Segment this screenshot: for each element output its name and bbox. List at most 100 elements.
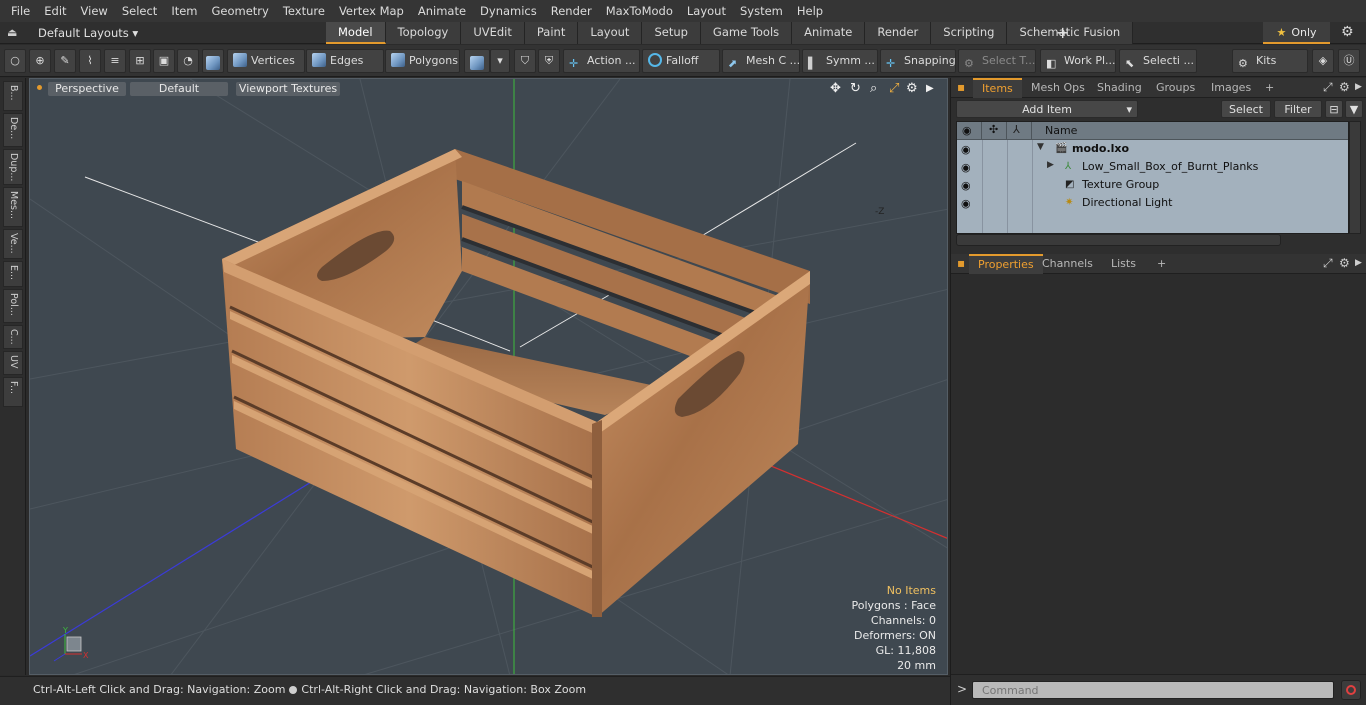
3d-viewport[interactable]: -Z Y X Perspective Default Viewport Text… xyxy=(29,78,948,675)
left-tab-uv[interactable]: UV xyxy=(3,351,23,375)
item-row-mesh[interactable]: ◉ ▶ ⅄ Low_Small_Box_of_Burnt_Planks xyxy=(957,158,1348,176)
item-list-empty-area[interactable] xyxy=(957,212,1348,233)
panel-dot-icon[interactable]: ▪ xyxy=(957,80,965,94)
maximize-icon[interactable]: ⤢ xyxy=(889,81,899,96)
polygons-button[interactable]: Polygons xyxy=(385,49,460,73)
filter-button[interactable]: Filter xyxy=(1274,100,1322,118)
select-circle-button[interactable]: ○ xyxy=(4,49,26,73)
eye-icon[interactable]: ◉ xyxy=(961,161,975,174)
default-layouts-dropdown[interactable]: Default Layouts ▾ xyxy=(38,22,138,44)
menu-render[interactable]: Render xyxy=(544,0,599,22)
panel-arrow-icon[interactable]: ▶ xyxy=(1355,82,1362,92)
tab-uvedit[interactable]: UVEdit xyxy=(461,22,525,44)
command-input[interactable] xyxy=(972,681,1334,699)
left-tab-mesh-edit[interactable]: Mes... xyxy=(3,187,23,227)
unity-button[interactable]: ◈ xyxy=(1312,49,1334,73)
panel-gear-icon[interactable]: ⚙ xyxy=(1339,80,1350,94)
eye-icon[interactable]: ◉ xyxy=(961,143,975,156)
eye-icon[interactable]: ◉ xyxy=(961,197,975,210)
tab-setup[interactable]: Setup xyxy=(642,22,701,44)
center-button[interactable]: ⊞ xyxy=(129,49,151,73)
selection-sets-button[interactable]: ⬉ Selecti ... xyxy=(1119,49,1197,73)
collapse-button[interactable]: ⊟ xyxy=(1325,100,1343,118)
action-center-button[interactable]: ✛ Action ... xyxy=(563,49,640,73)
align-button[interactable]: ≡ xyxy=(104,49,126,73)
record-macro-icon[interactable] xyxy=(1341,680,1361,700)
tab-render[interactable]: Render xyxy=(865,22,932,44)
item-row-modo-lxo[interactable]: ◉ ▼ 🎬 modo.lxo xyxy=(957,140,1348,158)
item-mode-button[interactable] xyxy=(202,49,224,73)
play-arrow-icon[interactable]: ▶ xyxy=(926,83,934,94)
left-tab-edge[interactable]: E... xyxy=(3,261,23,287)
menu-dynamics[interactable]: Dynamics xyxy=(473,0,544,22)
tab-animate[interactable]: Animate xyxy=(792,22,866,44)
add-item-dropdown[interactable]: Add Item ▾ xyxy=(956,100,1138,118)
left-tab-fusion[interactable]: F... xyxy=(3,377,23,407)
collapse-arrow-icon[interactable]: ▼ xyxy=(1037,142,1044,152)
filter-funnel-button[interactable]: ▼ xyxy=(1345,100,1363,118)
tab-scripting[interactable]: Scripting xyxy=(931,22,1008,44)
tab-groups[interactable]: Groups xyxy=(1147,78,1204,98)
item-list[interactable]: ◉ ✣ ⅄ Name ◉ ▼ 🎬 modo.lxo ◉ ▶ ⅄ Low_Smal… xyxy=(956,121,1349,234)
left-tab-deform[interactable]: De... xyxy=(3,113,23,147)
tab-layout[interactable]: Layout xyxy=(578,22,643,44)
shading-default-dropdown[interactable]: Default xyxy=(130,82,228,96)
falloff-button[interactable]: Falloff xyxy=(642,49,720,73)
add-panel-tab-button[interactable]: + xyxy=(1148,254,1175,274)
tab-items[interactable]: Items xyxy=(973,78,1022,98)
panel-dot-icon[interactable]: ▪ xyxy=(957,256,965,270)
zoom-icon[interactable]: ⌕ xyxy=(870,81,877,96)
pan-icon[interactable]: ✥ xyxy=(830,81,841,96)
item-row-directional-light[interactable]: ◉ ✷ Directional Light xyxy=(957,194,1348,212)
select-button[interactable]: Select xyxy=(1221,100,1271,118)
type-column[interactable]: ⅄ xyxy=(1007,122,1032,140)
name-column-header[interactable]: Name xyxy=(1045,124,1077,137)
tab-game-tools[interactable]: Game Tools xyxy=(700,22,793,44)
work-plane-button[interactable]: ◧ Work Pl... xyxy=(1040,49,1116,73)
menu-geometry[interactable]: Geometry xyxy=(205,0,276,22)
brush-tool-button[interactable]: ⌇ xyxy=(79,49,101,73)
menu-edit[interactable]: Edit xyxy=(37,0,73,22)
radial-button[interactable]: ◔ xyxy=(177,49,199,73)
command-prompt-icon[interactable]: > xyxy=(957,682,967,696)
tab-channels[interactable]: Channels xyxy=(1033,254,1102,274)
tab-properties[interactable]: Properties xyxy=(969,254,1043,274)
only-toggle[interactable]: ★ Only xyxy=(1263,22,1330,44)
symmetry-shield-button[interactable]: ⛉ xyxy=(514,49,536,73)
tab-lists[interactable]: Lists xyxy=(1102,254,1145,274)
menu-select[interactable]: Select xyxy=(115,0,164,22)
panel-gear-icon[interactable]: ⚙ xyxy=(1339,256,1350,270)
expand-icon[interactable]: ⤢ xyxy=(1323,80,1333,95)
symmetry-button[interactable]: ▌ Symm ... xyxy=(802,49,878,73)
unreal-button[interactable]: Ⓤ xyxy=(1338,49,1360,73)
tab-paint[interactable]: Paint xyxy=(524,22,579,44)
left-tab-polygon[interactable]: Pol... xyxy=(3,289,23,323)
tab-topology[interactable]: Topology xyxy=(385,22,462,44)
tab-images[interactable]: Images xyxy=(1202,78,1260,98)
menu-file[interactable]: File xyxy=(4,0,37,22)
tab-model[interactable]: Model xyxy=(326,22,386,44)
eye-icon[interactable]: ◉ xyxy=(961,179,975,192)
add-tab-button[interactable]: + xyxy=(1056,22,1069,44)
square-select-button[interactable]: ▣ xyxy=(153,49,175,73)
tab-schematic-fusion[interactable]: Schematic Fusion xyxy=(1007,22,1134,44)
menu-system[interactable]: System xyxy=(733,0,790,22)
menu-maxtomodo[interactable]: MaxToModo xyxy=(599,0,680,22)
vertices-button[interactable]: Vertices xyxy=(227,49,305,73)
select-through-button[interactable]: ⚙ Select T... xyxy=(958,49,1036,73)
menu-texture[interactable]: Texture xyxy=(276,0,332,22)
left-tab-vertex[interactable]: Ve... xyxy=(3,229,23,259)
mesh-constraint-button[interactable]: ⬈ Mesh C ... xyxy=(722,49,800,73)
expand-icon[interactable]: ⤢ xyxy=(1323,256,1333,271)
menu-animate[interactable]: Animate xyxy=(411,0,473,22)
viewport-textures-dropdown[interactable]: Viewport Textures xyxy=(236,82,340,96)
left-tab-curve[interactable]: C... xyxy=(3,325,23,349)
rotate-icon[interactable]: ↻ xyxy=(850,81,861,96)
tab-shading[interactable]: Shading xyxy=(1088,78,1151,98)
globe-button[interactable]: ⊕ xyxy=(29,49,51,73)
menu-view[interactable]: View xyxy=(74,0,115,22)
viewport-gear-icon[interactable]: ⚙ xyxy=(906,81,918,96)
viewport-menu-dot-icon[interactable] xyxy=(37,85,42,90)
material-mode-button[interactable] xyxy=(464,49,490,73)
item-list-hscrollbar[interactable] xyxy=(956,234,1281,246)
